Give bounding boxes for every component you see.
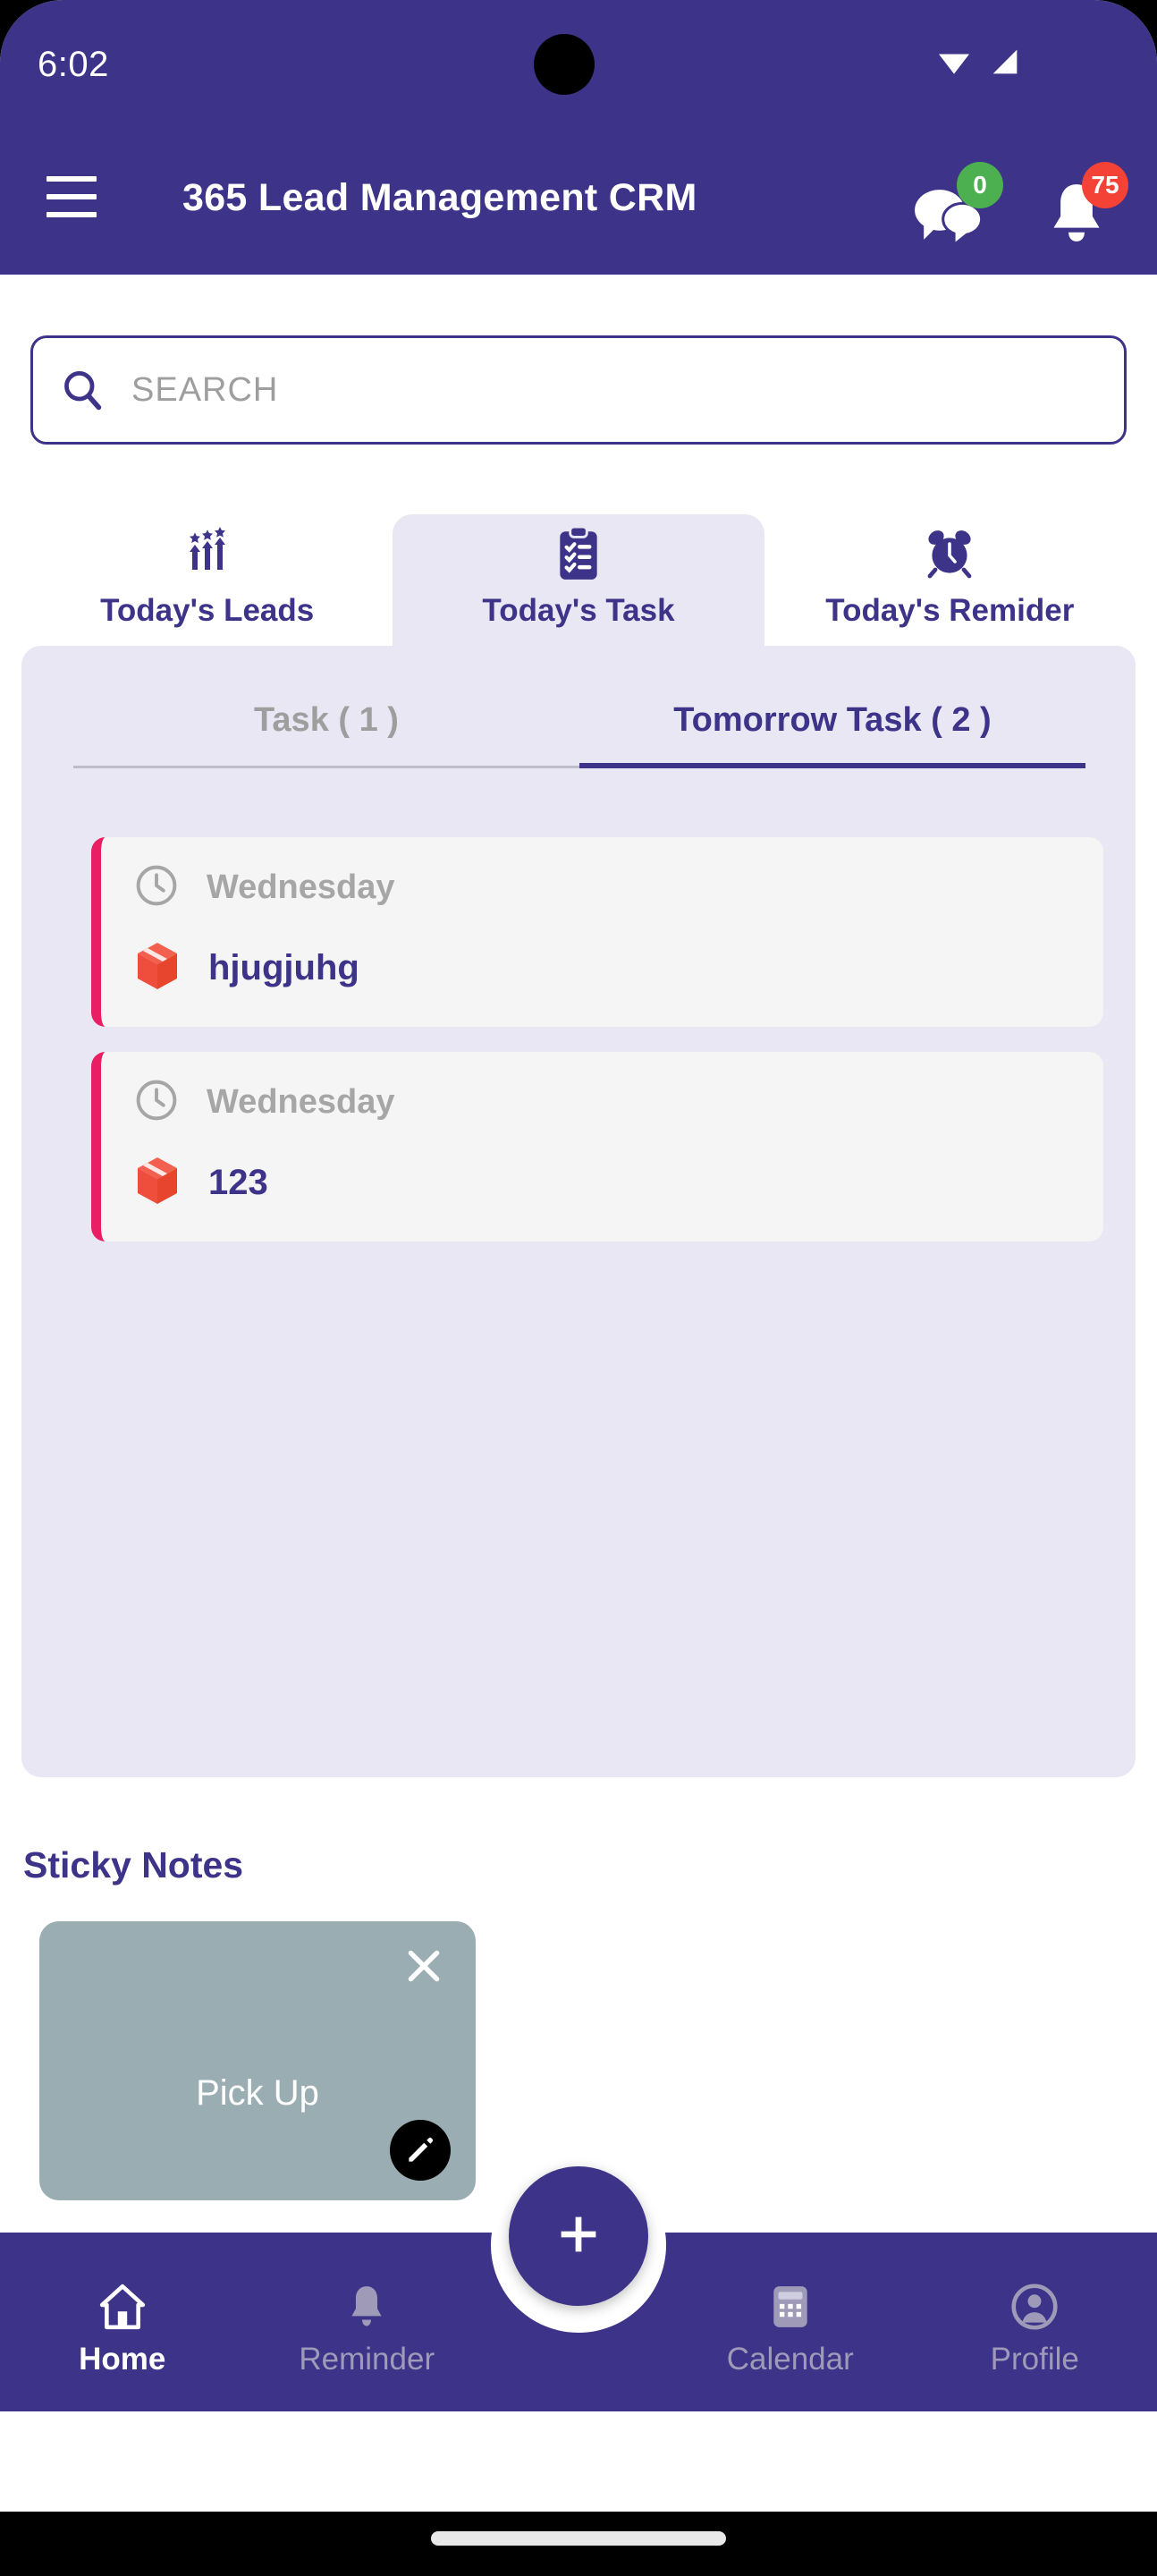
notifications-badge: 75 [1082,162,1128,208]
task-day: Wednesday [207,869,395,906]
bell-icon [343,2279,390,2334]
task-row[interactable]: Wednesday hjugjuhg [91,837,1103,1027]
tab-todays-reminder[interactable]: Today's Remider [764,514,1136,647]
add-button[interactable] [509,2166,648,2306]
tab-label: Today's Leads [100,593,315,628]
task-day: Wednesday [207,1083,395,1121]
app-screen: 6:02 365 Lead Management CRM 0 75 SEARCH… [0,0,1157,2512]
tab-label: Today's Remider [825,593,1075,628]
task-row[interactable]: Wednesday 123 [91,1052,1103,1241]
search-input[interactable] [131,338,1079,442]
pencil-edit-icon[interactable] [390,2120,451,2181]
wifi-icon [935,47,973,81]
calendar-icon [768,2279,813,2334]
sub-tabs: Task ( 1 ) Tomorrow Task ( 2 ) [73,701,1085,768]
search-bar[interactable] [30,335,1127,445]
clock-icon [133,862,180,913]
task-title-row: hjugjuhg [133,941,359,996]
gesture-navigation-bar[interactable] [431,2531,726,2546]
phone-frame: 6:02 365 Lead Management CRM 0 75 SEARCH… [0,0,1157,2576]
tab-label: Today's Task [482,593,675,628]
app-bar: 365 Lead Management CRM 0 75 [0,130,1157,275]
package-box-icon [133,941,182,996]
tab-todays-task[interactable]: Today's Task [393,514,764,647]
page-title: 365 Lead Management CRM [182,176,697,219]
close-icon[interactable] [397,1939,451,1993]
camera-punch-hole [534,34,595,95]
clipboard-checklist-icon [553,521,604,586]
status-time: 6:02 [38,45,109,84]
task-day-row: Wednesday [133,862,394,913]
sub-tab-tomorrow-task[interactable]: Tomorrow Task ( 2 ) [579,701,1085,768]
task-title: 123 [208,1163,268,1202]
sticky-note-text: Pick Up [196,2073,319,2113]
task-title: hjugjuhg [208,948,359,987]
nav-label: Calendar [726,2342,854,2377]
tab-todays-leads[interactable]: Today's Leads [21,514,393,647]
search-icon [33,367,131,413]
nav-item-calendar[interactable]: Calendar [668,2233,913,2411]
task-day-row: Wednesday [133,1077,394,1128]
package-box-icon [133,1156,182,1210]
sub-tab-task[interactable]: Task ( 1 ) [73,701,579,768]
task-title-row: 123 [133,1156,268,1210]
task-panel: Task ( 1 ) Tomorrow Task ( 2 ) Wednesday [21,646,1136,1777]
alarm-clock-icon [922,521,977,586]
status-bar: 6:02 [0,0,1157,130]
sticky-notes-heading: Sticky Notes [23,1844,244,1885]
hamburger-menu-icon[interactable] [46,176,97,217]
nav-item-reminder[interactable]: Reminder [245,2233,490,2411]
nav-item-home[interactable]: Home [0,2233,245,2411]
cellular-signal-icon [987,47,1023,81]
chat-button[interactable]: 0 [910,162,1003,246]
nav-label: Profile [990,2342,1079,2377]
growth-arrows-stars-icon [179,521,236,586]
notifications-button[interactable]: 75 [1035,162,1128,246]
home-icon [97,2279,148,2334]
status-icons [935,47,1023,81]
task-list: Wednesday hjugjuhg Wednesday 123 [91,837,1103,1267]
chat-badge: 0 [957,162,1003,208]
sticky-note-card[interactable]: Pick Up [39,1921,476,2200]
nav-item-profile[interactable]: Profile [913,2233,1157,2411]
primary-tabs: Today's Leads Today's Task Today's Remid… [21,514,1136,647]
person-circle-icon [1010,2279,1059,2334]
plus-icon [551,2207,606,2267]
clock-icon [133,1077,180,1128]
nav-label: Home [79,2342,166,2377]
nav-label: Reminder [299,2342,435,2377]
